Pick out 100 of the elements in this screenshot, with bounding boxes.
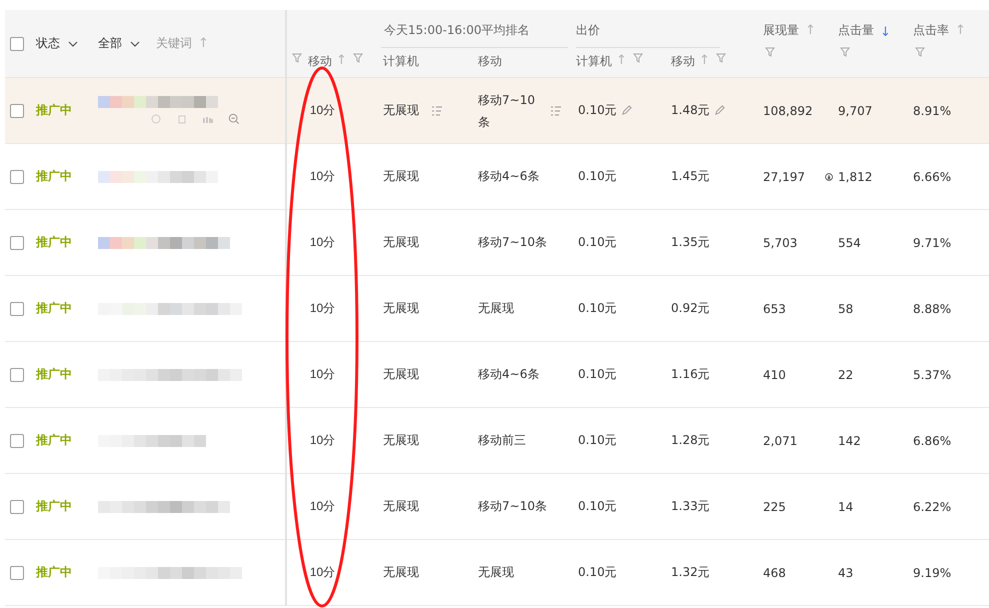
- impressions-text: 410: [763, 368, 786, 382]
- column-header[interactable]: 点击率: [913, 22, 949, 39]
- circle-icon[interactable]: [150, 113, 162, 125]
- group-header: 今天15:00-16:00平均排名: [384, 22, 530, 39]
- pencil-icon[interactable]: [620, 105, 632, 116]
- score-text: 10分: [310, 102, 336, 119]
- clicks-text: 43: [838, 566, 854, 580]
- column-header: 计算机: [383, 53, 419, 70]
- chevron-down-icon[interactable]: [130, 40, 140, 46]
- bid-text: 0.10元: [578, 300, 617, 317]
- rank-text: 无展现: [383, 168, 419, 185]
- clicks-text: 554: [838, 236, 861, 250]
- column-header: 移动: [478, 53, 502, 70]
- score-text: 10分: [310, 300, 336, 317]
- impressions-text: 27,197: [763, 170, 805, 184]
- ctr-text: 6.86%: [913, 434, 952, 448]
- ctr-text: 8.88%: [913, 302, 952, 316]
- impressions-text: 2,071: [763, 434, 798, 448]
- bid-text: 1.48元: [671, 102, 710, 119]
- bid-text: 0.10元: [578, 234, 617, 251]
- column-header[interactable]: 展现量: [763, 22, 799, 39]
- zoom-out-icon[interactable]: [228, 113, 240, 125]
- row-checkbox[interactable]: [10, 566, 24, 580]
- ctr-text: 5.37%: [913, 368, 952, 382]
- score-text: 10分: [310, 366, 336, 383]
- ctr-text: 9.71%: [913, 236, 952, 250]
- status-text: 推广中: [36, 432, 72, 449]
- copy-icon[interactable]: [176, 113, 188, 125]
- status-text: 推广中: [36, 564, 72, 581]
- bid-text: 0.10元: [578, 102, 617, 119]
- rank-text: 无展现: [383, 366, 419, 383]
- clicks-text: 14: [838, 500, 854, 514]
- impressions-text: 225: [763, 500, 786, 514]
- rank-text: 无展现: [478, 564, 514, 581]
- clicks-text: 9,707: [838, 104, 872, 118]
- bid-text: 0.10元: [578, 498, 617, 515]
- status-text: 推广中: [36, 102, 72, 119]
- filter-icon[interactable]: [915, 47, 925, 57]
- rank-text: 移动4~6条: [478, 366, 540, 383]
- filter-icon[interactable]: [632, 53, 643, 63]
- impressions-text: 653: [763, 302, 786, 316]
- row-checkbox[interactable]: [10, 170, 24, 184]
- row-checkbox[interactable]: [10, 302, 24, 316]
- clicks-text: 1,812: [838, 170, 872, 184]
- bid-text: 1.28元: [671, 432, 710, 449]
- status-text: 推广中: [36, 168, 72, 185]
- column-header[interactable]: 点击量: [838, 22, 874, 39]
- score-text: 10分: [310, 168, 336, 185]
- ctr-text: 6.22%: [913, 500, 952, 514]
- rank-text: 无展现: [383, 498, 419, 515]
- list-icon[interactable]: [431, 104, 443, 116]
- status-text: 推广中: [36, 234, 72, 251]
- bid-text: 1.35元: [671, 234, 710, 251]
- ctr-text: 8.91%: [913, 104, 952, 118]
- filter-icon[interactable]: [840, 47, 850, 57]
- status-dropdown[interactable]: 状态: [36, 35, 78, 52]
- pencil-icon[interactable]: [714, 105, 725, 116]
- column-header[interactable]: 移动: [308, 53, 332, 70]
- bid-text: 1.32元: [671, 564, 710, 581]
- row-checkbox[interactable]: [10, 434, 24, 448]
- impressions-text: 108,892: [763, 104, 813, 118]
- filter-icon[interactable]: [765, 47, 775, 57]
- status-text: 推广中: [36, 366, 72, 383]
- bid-text: 0.92元: [671, 300, 710, 317]
- rank-text: 移动7~10条: [478, 498, 547, 515]
- scope-dropdown[interactable]: 全部: [98, 35, 140, 52]
- rank-text: 无展现: [383, 432, 419, 449]
- clicks-text: 22: [838, 368, 854, 382]
- group-header: 出价: [576, 22, 600, 39]
- column-header[interactable]: 移动: [671, 53, 695, 70]
- rank-text: 无展现: [383, 234, 419, 251]
- select-all-checkbox[interactable]: [10, 36, 24, 50]
- rank-text: 无展现: [383, 564, 419, 581]
- column-header[interactable]: 计算机: [576, 53, 612, 70]
- ctr-text: 6.66%: [913, 170, 952, 184]
- rank-text: 移动7~10条: [478, 234, 547, 251]
- bid-text: 1.45元: [671, 168, 710, 185]
- bid-text: 1.33元: [671, 498, 710, 515]
- bid-text: 0.10元: [578, 432, 617, 449]
- status-text: 推广中: [36, 498, 72, 515]
- ctr-text: 9.19%: [913, 566, 952, 580]
- sort-arrow[interactable]: ↓: [880, 24, 892, 36]
- score-text: 10分: [310, 432, 336, 449]
- row-checkbox[interactable]: [10, 236, 24, 250]
- row-checkbox[interactable]: [10, 500, 24, 514]
- score-text: 10分: [310, 498, 336, 515]
- list-icon[interactable]: [550, 104, 562, 116]
- filter-icon[interactable]: [292, 53, 302, 63]
- score-text: 10分: [310, 234, 336, 251]
- row-checkbox[interactable]: [10, 104, 24, 118]
- chevron-down-icon[interactable]: [68, 40, 78, 46]
- rank-text: 无展现: [383, 102, 419, 119]
- impressions-text: 5,703: [763, 236, 798, 250]
- rank-text: 移动4~6条: [478, 168, 540, 185]
- clicks-text: 142: [838, 434, 861, 448]
- row-checkbox[interactable]: [10, 368, 24, 382]
- filter-icon[interactable]: [716, 53, 726, 63]
- rank-text: 无展现: [478, 300, 514, 317]
- filter-icon[interactable]: [352, 53, 363, 63]
- status-text: 推广中: [36, 300, 72, 317]
